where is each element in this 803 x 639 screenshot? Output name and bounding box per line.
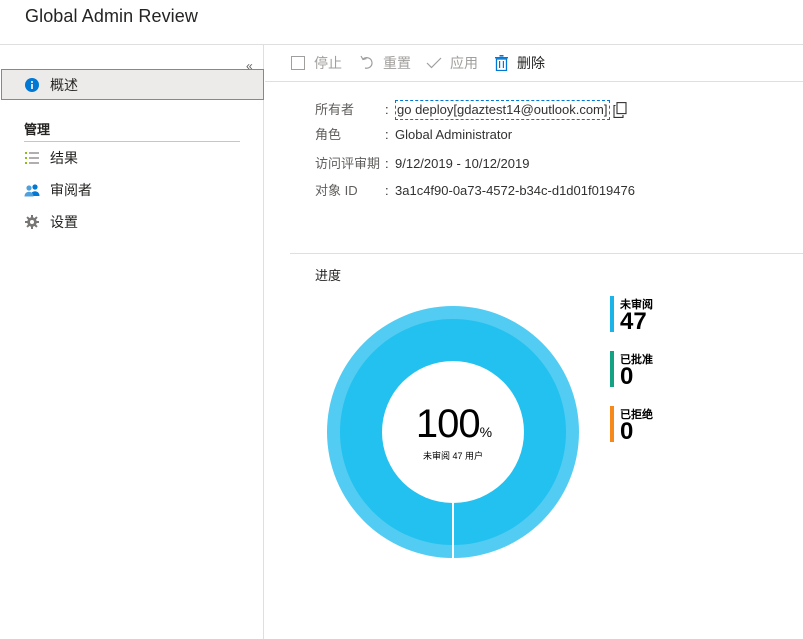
reset-button[interactable]: 重置 [359,45,411,81]
apply-label: 应用 [450,55,478,71]
reset-label: 重置 [383,55,411,71]
section-divider [290,253,803,254]
progress-subtitle: 未审阅 47 用户 [422,451,483,461]
stop-label: 停止 [314,55,342,71]
results-list-icon [24,150,40,166]
page-title: Global Admin Review [25,6,198,26]
delete-label: 删除 [517,55,545,71]
reset-icon [359,55,375,71]
legend-denied: 已拒绝 0 [610,406,690,445]
nav-item-results[interactable]: 结果 [0,142,264,174]
object-id-label: 对象 ID [315,183,358,198]
trash-icon [493,55,509,71]
progress-percent-sign: % [479,424,493,440]
legend-approved: 已批准 0 [610,351,690,390]
donut-segment-gap [452,503,454,559]
nav-item-label: 审阅者 [50,182,92,198]
left-nav: « 概述 管理 结果 审阅者 设置 [0,45,264,639]
owner-link[interactable]: go deploy[gdaztest14@outlook.com] [395,100,610,120]
nav-item-label: 结果 [50,150,78,166]
progress-percent: 100% [404,402,504,447]
nav-item-overview[interactable]: 概述 [1,69,264,100]
apply-button[interactable]: 应用 [426,45,478,81]
legend-value: 0 [620,418,634,445]
object-id-row: 对象 ID : 3a1c4f90-0a73-4572-b34c-d1d01f01… [315,181,645,201]
role-value: Global Administrator [395,127,513,142]
gear-icon [24,214,40,230]
stop-button[interactable]: 停止 [290,45,342,81]
role-colon: : [385,127,389,142]
role-row: 角色 : Global Administrator [315,125,645,145]
legend-value: 0 [620,363,634,390]
review-period-colon: : [385,156,389,171]
progress-percent-value: 100 [415,402,481,446]
nav-item-label: 概述 [50,76,78,93]
review-period-value: 9/12/2019 - 10/12/2019 [395,156,530,171]
copy-icon[interactable] [613,102,627,118]
review-period-row: 访问评审期 : 9/12/2019 - 10/12/2019 [315,154,645,174]
delete-button[interactable]: 删除 [493,45,545,81]
info-icon [24,77,40,93]
owner-label: 所有者 [315,102,355,117]
legend-value: 47 [620,308,647,335]
legend-bar [610,296,614,332]
owner-row: 所有者 : go deploy[gdaztest14@outlook.com] [315,100,645,120]
legend-not-reviewed: 未审阅 47 [610,296,690,335]
progress-title: 进度 [315,268,342,283]
reviewers-people-icon [24,182,40,198]
nav-section-manage: 管理 [24,122,51,137]
stop-square-icon [290,55,306,71]
checkmark-icon [426,55,442,71]
role-label: 角色 [315,127,342,142]
nav-item-reviewers[interactable]: 审阅者 [0,174,264,206]
command-bar: 停止 重置 应用 删除 [265,45,803,82]
object-id-value: 3a1c4f90-0a73-4572-b34c-d1d01f019476 [395,183,635,198]
legend-bar [610,351,614,387]
nav-item-settings[interactable]: 设置 [0,206,264,238]
object-id-colon: : [385,183,389,198]
nav-item-label: 设置 [50,214,78,230]
review-period-label: 访问评审期 [315,156,381,171]
owner-colon: : [385,102,389,117]
legend-bar [610,406,614,442]
